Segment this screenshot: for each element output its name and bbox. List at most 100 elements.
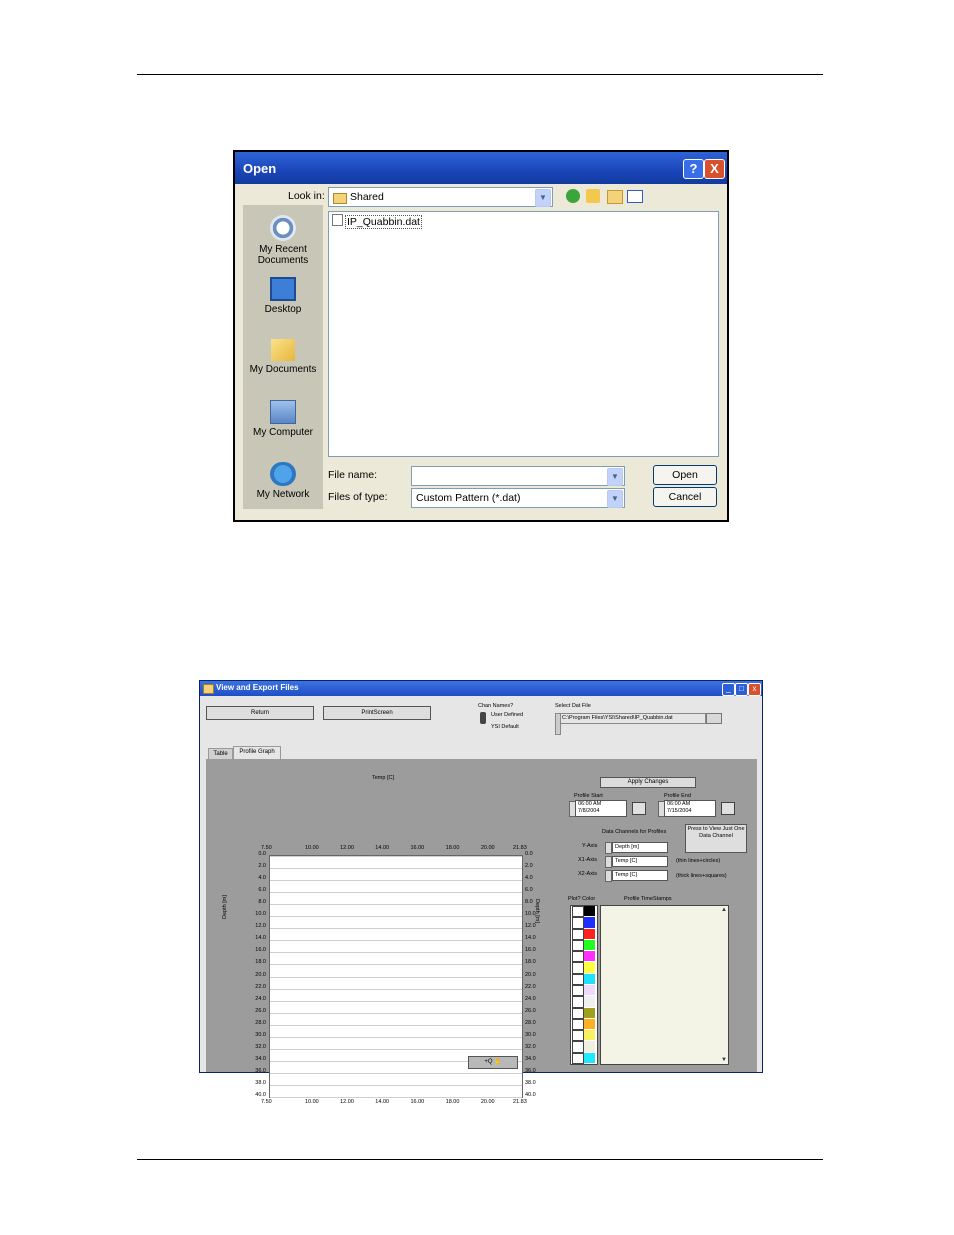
place-my-network[interactable]: My Network xyxy=(243,462,323,500)
plot-checkbox[interactable] xyxy=(572,906,584,918)
y-tick-label: 34.0 xyxy=(525,1055,536,1062)
place-my-computer[interactable]: My Computer xyxy=(243,400,323,438)
x2-axis-spinner[interactable] xyxy=(605,870,612,882)
close-button[interactable]: X xyxy=(704,159,725,179)
plot-checkbox[interactable] xyxy=(572,1052,584,1064)
chevron-down-icon[interactable]: ▼ xyxy=(607,490,623,508)
y-tick-label: 28.0 xyxy=(525,1019,536,1026)
timestamps-list[interactable]: ▲ ▼ xyxy=(600,905,729,1065)
file-type-select[interactable]: Custom Pattern (*.dat) ▼ xyxy=(411,488,625,508)
y-tick-label: 20.0 xyxy=(255,971,266,978)
look-in-combo[interactable]: Shared ▼ xyxy=(328,187,553,207)
maximize-icon[interactable]: □ xyxy=(735,683,748,696)
y-tick-label: 36.0 xyxy=(525,1067,536,1074)
plot-checkbox[interactable] xyxy=(572,1018,584,1031)
color-swatch[interactable] xyxy=(584,962,595,973)
x-tick-label-bottom: 20.00 xyxy=(480,1099,495,1105)
help-button[interactable]: ? xyxy=(683,159,704,179)
y-tick-label: 16.0 xyxy=(255,947,266,954)
new-folder-icon[interactable] xyxy=(607,190,623,204)
data-channels-label: Data Channels for Profiles xyxy=(602,829,667,835)
plot-color-label: Plot? Color xyxy=(568,896,596,902)
calendar-icon[interactable] xyxy=(632,802,646,815)
color-swatch[interactable] xyxy=(584,939,595,951)
x2-axis-select[interactable]: Temp [C] xyxy=(612,870,668,881)
open-dialog: Open ? X Look in: Shared ▼ My Recent Doc… xyxy=(233,150,729,522)
x1-note: (thin lines+circles) xyxy=(676,858,721,864)
y-tick-label: 32.0 xyxy=(255,1043,266,1050)
color-swatch[interactable] xyxy=(584,973,595,984)
view-export-window: View and Export Files _ □ x Return Print… xyxy=(199,680,763,1105)
color-swatch[interactable] xyxy=(584,985,595,996)
dat-path-field[interactable]: C:\Program Files\YSI\Shared\IP_Quabbin.d… xyxy=(559,713,706,724)
press-to-view-button[interactable]: Press to View Just One Data Channel xyxy=(685,824,747,853)
color-swatch[interactable] xyxy=(584,1018,595,1030)
gridline xyxy=(270,904,522,906)
file-name-input[interactable]: ▼ xyxy=(411,466,625,486)
apply-changes-button[interactable]: Apply Changes xyxy=(600,777,696,788)
chevron-down-icon[interactable]: ▼ xyxy=(535,189,551,207)
chevron-down-icon[interactable]: ▼ xyxy=(607,468,623,486)
color-swatch[interactable] xyxy=(584,1030,595,1041)
y-axis-select[interactable]: Depth [m] xyxy=(612,842,668,853)
plot-checkbox[interactable] xyxy=(572,1030,584,1042)
chan-names-toggle[interactable] xyxy=(480,712,486,724)
profile-end-field[interactable]: 06:00 AM 7/15/2004 xyxy=(664,800,716,817)
scroll-down-icon[interactable]: ▼ xyxy=(721,1057,727,1063)
plot-checkbox[interactable] xyxy=(572,939,584,952)
plot-checkbox[interactable] xyxy=(572,951,584,963)
profile-start-field[interactable]: 06:00 AM 7/8/2004 xyxy=(575,800,627,817)
x-tick-label-top: 21.83 xyxy=(513,845,527,851)
minimize-icon[interactable]: _ xyxy=(722,683,735,696)
place-desktop[interactable]: Desktop xyxy=(243,277,323,315)
y-tick-label: 2.0 xyxy=(525,863,533,870)
plot-color-list xyxy=(570,905,598,1065)
plot-checkbox[interactable] xyxy=(572,996,584,1008)
browse-folder-icon[interactable] xyxy=(706,713,722,724)
back-icon[interactable] xyxy=(566,189,580,203)
printscreen-button[interactable]: PrintScreen xyxy=(323,706,431,720)
tab-profile-graph[interactable]: Profile Graph xyxy=(233,746,281,760)
plot-checkbox[interactable] xyxy=(572,1041,584,1053)
color-swatch[interactable] xyxy=(584,906,595,917)
calendar-icon[interactable] xyxy=(721,802,735,815)
y-tick-label: 14.0 xyxy=(525,935,536,942)
y-tick-label: 18.0 xyxy=(525,959,536,966)
color-swatch[interactable] xyxy=(584,928,595,939)
zoom-pan-button[interactable]: +Q ✋ xyxy=(468,1056,518,1069)
x-tick-label-top: 7.50 xyxy=(261,845,272,851)
x1-axis-spinner[interactable] xyxy=(605,856,612,868)
color-swatch[interactable] xyxy=(584,917,595,928)
return-button[interactable]: Return xyxy=(206,706,314,720)
plot-checkbox[interactable] xyxy=(572,962,584,974)
cancel-button[interactable]: Cancel xyxy=(653,487,717,507)
plot-checkbox[interactable] xyxy=(572,917,584,929)
y-tick-label: 0.0 xyxy=(258,851,266,857)
place-my-documents[interactable]: My Documents xyxy=(243,339,323,375)
x1-axis-select[interactable]: Temp [C] xyxy=(612,856,668,867)
view-export-body: Return PrintScreen Chan Names? User Defi… xyxy=(200,696,762,1105)
scroll-up-icon[interactable]: ▲ xyxy=(721,907,727,913)
color-swatch[interactable] xyxy=(584,951,595,962)
open-button[interactable]: Open xyxy=(653,465,717,485)
close-icon[interactable]: x xyxy=(748,683,761,696)
place-recent-documents[interactable]: My Recent Documents xyxy=(243,215,323,266)
plot-checkbox[interactable] xyxy=(572,973,584,985)
color-swatch[interactable] xyxy=(584,1052,595,1063)
x-tick-label-bottom: 18.00 xyxy=(445,1099,460,1105)
view-menu-icon[interactable] xyxy=(627,190,643,203)
place-label: My Computer xyxy=(252,427,313,438)
plot-checkbox[interactable] xyxy=(572,928,584,940)
plot-checkbox[interactable] xyxy=(572,1007,584,1019)
up-folder-icon[interactable] xyxy=(586,189,600,203)
gridline xyxy=(270,892,522,894)
color-swatch[interactable] xyxy=(584,996,595,1007)
color-swatch[interactable] xyxy=(584,1007,595,1018)
y-tick-label: 20.0 xyxy=(525,971,536,978)
list-item[interactable]: IP_Quabbin.dat xyxy=(332,214,422,229)
color-swatch[interactable] xyxy=(584,1041,595,1052)
plot-checkbox[interactable] xyxy=(572,985,584,997)
file-list[interactable]: IP_Quabbin.dat xyxy=(328,211,719,457)
y-axis-spinner[interactable] xyxy=(605,842,612,854)
file-type-value: Custom Pattern (*.dat) xyxy=(416,492,521,504)
